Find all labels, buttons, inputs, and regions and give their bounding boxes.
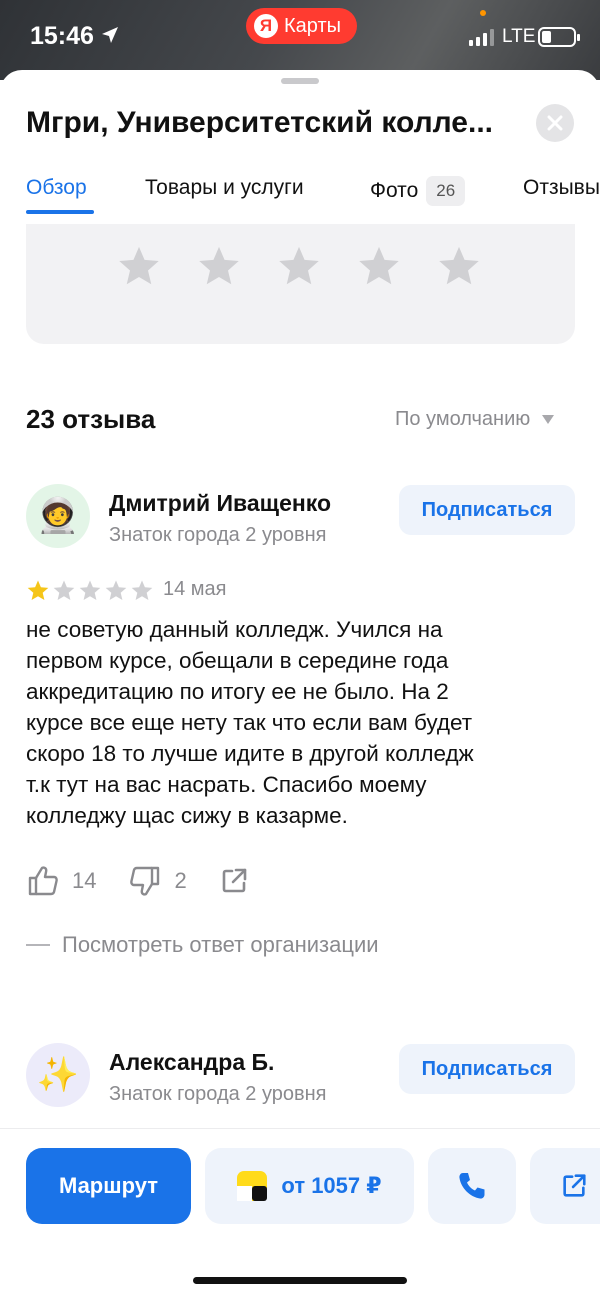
review-text-line: скоро 18 то лучше идите в другой колледж: [26, 741, 474, 766]
rate-star-5[interactable]: [436, 244, 482, 295]
star-empty-icon: [78, 579, 102, 608]
review-rating: [26, 579, 154, 608]
review-text-line: аккредитацию по итогу ее не было. На 2: [26, 679, 449, 704]
dislikes-count: 2: [174, 868, 187, 893]
close-button[interactable]: [536, 104, 574, 142]
bottom-action-bar: Маршрут от 1057 ₽: [0, 1148, 600, 1226]
review-text: не советую данный колледж. Учился на перв…: [26, 614, 566, 831]
review-text-line: не советую данный колледж. Учился на: [26, 617, 443, 642]
share-icon: [222, 868, 247, 893]
sheet-grabber[interactable]: [281, 78, 319, 84]
rate-star-1[interactable]: [116, 244, 162, 295]
signal-icon: [469, 28, 494, 46]
avatar[interactable]: ✨: [26, 1043, 90, 1107]
chevron-down-icon: [542, 414, 555, 424]
bottom-divider: [0, 1128, 600, 1129]
tab-label: Фото: [370, 179, 419, 202]
reviewer-level: Знаток города 2 уровня: [109, 1083, 327, 1105]
taxi-button[interactable]: от 1057 ₽: [205, 1148, 414, 1224]
subscribe-button[interactable]: Подписаться: [399, 485, 575, 535]
rate-star-2[interactable]: [196, 244, 242, 295]
review-text-line: колледжу щас сижу в казарме.: [26, 803, 348, 828]
dislike-button[interactable]: 2: [128, 864, 187, 898]
sort-dropdown[interactable]: По умолчанию: [395, 408, 555, 431]
tab-photos[interactable]: Фото 26: [370, 176, 466, 206]
thumbs-down-icon: [130, 866, 160, 896]
rate-place-box: [26, 224, 575, 344]
home-indicator: [193, 1277, 407, 1284]
review-text-line: курсе все еще нету так что если вам буде…: [26, 710, 473, 735]
route-button[interactable]: Маршрут: [26, 1148, 191, 1224]
avatar[interactable]: 🧑‍🚀: [26, 484, 90, 548]
battery-icon: [538, 27, 580, 47]
place-title: Мгри, Университетский колле...: [26, 106, 493, 139]
star-filled-icon: [26, 579, 50, 608]
subscribe-button[interactable]: Подписаться: [399, 1044, 575, 1094]
tab-label: Обзор: [26, 176, 87, 199]
tab-label: Товары и услуги: [145, 176, 304, 199]
reply-label: Посмотреть ответ организации: [62, 932, 379, 957]
view-organization-reply[interactable]: Посмотреть ответ организации: [26, 932, 379, 958]
review-actions: 14 2: [26, 864, 249, 898]
sort-label: По умолчанию: [395, 408, 531, 430]
review-text-line: первом курсе, обещали в середине года: [26, 648, 449, 673]
tab-label: Отзывы: [523, 176, 600, 199]
taxi-price: от 1057 ₽: [281, 1173, 382, 1198]
reviewer-name[interactable]: Дмитрий Иващенко: [109, 490, 331, 517]
photo-count-badge: 26: [426, 176, 466, 206]
active-tab-indicator: [26, 210, 94, 214]
yandex-maps-pill[interactable]: Я Карты: [246, 8, 357, 44]
share-place-button[interactable]: [530, 1148, 600, 1224]
close-icon: [547, 115, 563, 131]
thumbs-up-icon: [28, 866, 58, 896]
star-empty-icon: [104, 579, 128, 608]
reply-dash: [26, 944, 50, 946]
privacy-indicator: [480, 10, 486, 16]
reviewer-level: Знаток города 2 уровня: [109, 524, 327, 546]
status-bar: 15:46 Я Карты LTE: [0, 0, 600, 80]
tab-goods-services[interactable]: Товары и услуги: [145, 176, 304, 200]
star-empty-icon: [130, 579, 154, 608]
app-pill-label: Карты: [284, 14, 341, 37]
call-button[interactable]: [428, 1148, 516, 1224]
tab-overview[interactable]: Обзор: [26, 176, 87, 200]
rate-star-4[interactable]: [356, 244, 402, 295]
yandex-logo-icon: Я: [254, 14, 278, 38]
share-review-button[interactable]: [219, 866, 249, 896]
like-button[interactable]: 14: [26, 864, 96, 898]
share-icon: [563, 1174, 586, 1197]
review-date: 14 мая: [163, 578, 227, 600]
yandex-go-icon: [237, 1171, 268, 1201]
status-time: 15:46: [30, 22, 94, 50]
tab-reviews[interactable]: Отзывы: [523, 176, 600, 200]
location-arrow-icon: [100, 25, 120, 50]
network-label: LTE: [502, 26, 536, 47]
star-empty-icon: [52, 579, 76, 608]
reviewer-name[interactable]: Александра Б.: [109, 1049, 274, 1076]
place-card-sheet: Мгри, Университетский колле... Обзор Тов…: [0, 70, 600, 1298]
rate-star-3[interactable]: [276, 244, 322, 295]
review-text-line: т.к тут на вас насрать. Спасибо моему: [26, 772, 427, 797]
phone-icon: [459, 1173, 485, 1199]
likes-count: 14: [72, 868, 97, 893]
reviews-count: 23 отзыва: [26, 404, 156, 434]
